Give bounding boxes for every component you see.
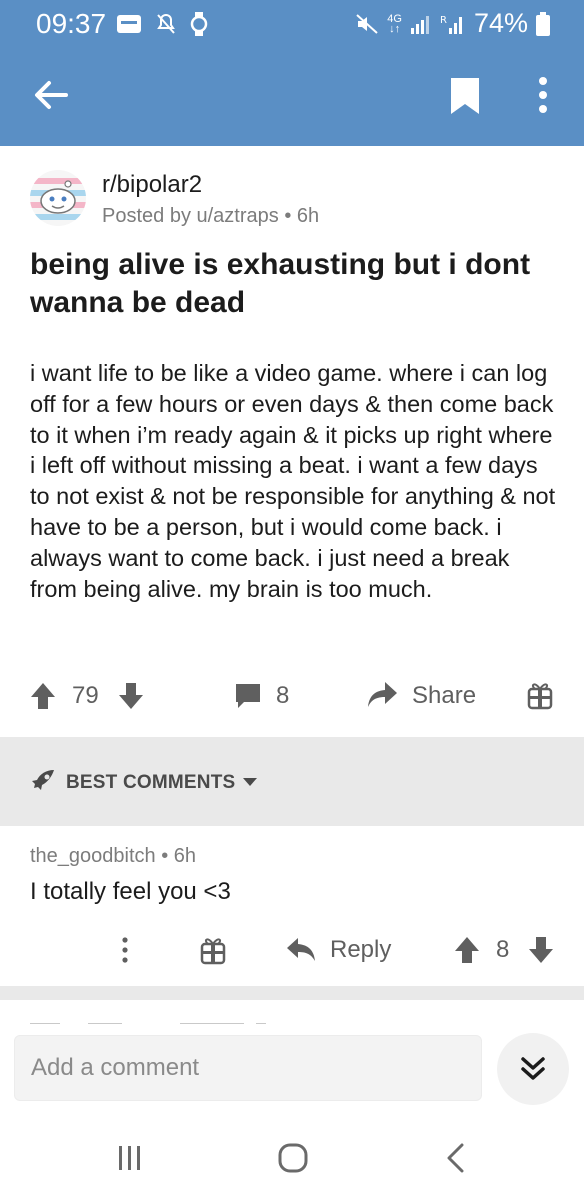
recent-apps-icon[interactable] [116,1144,144,1172]
double-chevron-down-icon [521,1057,545,1080]
next-comment-peek [30,1014,270,1024]
more-vertical-icon[interactable] [528,74,558,116]
comment-upvote-icon[interactable] [454,936,480,964]
comment-more-icon[interactable] [120,936,130,964]
battery-icon [536,11,550,36]
post-body: i want life to be like a video game. whe… [30,360,556,602]
mute-icon [356,13,378,34]
signal-roaming-icon: R [440,15,462,34]
status-right-icons: 4G ↓↑ R 74% [355,8,550,39]
svg-text:R: R [440,15,447,26]
system-back-icon[interactable] [444,1142,468,1174]
reply-button[interactable]: Reply [330,936,391,964]
rocket-icon [32,770,54,790]
comment-icon[interactable] [234,682,262,710]
comment-separator [0,986,584,1000]
back-arrow-icon[interactable] [30,74,72,116]
post-score: 79 [72,682,99,709]
app-header: 09:37 4G ↓↑ R 74% [0,0,584,146]
jump-down-button[interactable] [497,1033,569,1105]
caret-down-icon[interactable] [242,777,258,787]
notifications-off-icon [157,13,175,34]
comment-composer[interactable] [14,1035,482,1101]
post-action-bar: 79 8 Share [0,668,584,722]
network-type: 4G ↓↑ [387,12,402,35]
battery-percent: 74% [473,8,528,38]
share-button[interactable]: Share [412,682,476,710]
comment-downvote-icon[interactable] [528,936,554,964]
comment-author-meta[interactable]: the_goodbitch • 6h [30,845,196,868]
system-nav-bar [0,1120,584,1200]
watch-icon [190,12,208,36]
keyboard-icon [117,15,141,33]
signal-icon [410,15,429,34]
award-gift-icon[interactable] [527,680,553,710]
comment-sort-label[interactable]: BEST COMMENTS [66,772,235,794]
status-left-icons [116,11,208,37]
comment-count[interactable]: 8 [276,682,289,710]
subreddit-avatar[interactable] [30,170,86,226]
subreddit-name[interactable]: r/bipolar2 [102,171,202,199]
reply-arrow-icon[interactable] [286,936,316,964]
share-arrow-icon[interactable] [367,680,399,710]
home-icon[interactable] [277,1142,309,1174]
bookmark-icon[interactable] [448,76,482,116]
comment-score: 8 [496,936,510,963]
comment-body: I totally feel you <3 [30,878,231,905]
upvote-arrow-icon[interactable] [30,682,56,710]
downvote-arrow-icon[interactable] [118,682,144,710]
post-meta[interactable]: Posted by u/aztraps • 6h [102,205,319,228]
post-title: being alive is exhausting but i dont wan… [30,248,531,319]
comment-action-bar: Reply 8 [0,928,584,972]
status-time: 09:37 [36,8,107,39]
comment-input[interactable] [31,1054,461,1082]
comment-award-icon[interactable] [200,935,226,965]
